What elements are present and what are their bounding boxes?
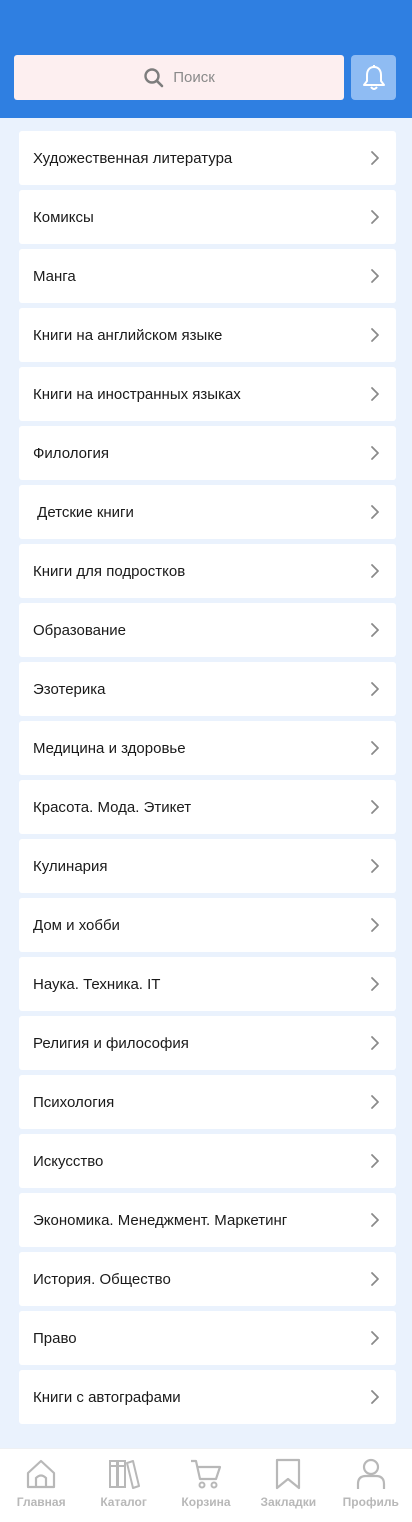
category-item[interactable]: Книги на английском языке [19, 308, 396, 362]
chevron-right-icon [370, 268, 380, 284]
category-label: Искусство [33, 1152, 104, 1170]
category-label: Медицина и здоровье [33, 739, 186, 757]
category-label: Красота. Мода. Этикет [33, 798, 192, 816]
category-item[interactable]: Книги для подростков [19, 544, 396, 598]
chevron-right-icon [370, 1389, 380, 1405]
chevron-right-icon [370, 563, 380, 579]
nav-home[interactable]: Главная [1, 1457, 81, 1509]
nav-profile[interactable]: Профиль [331, 1457, 411, 1509]
category-label: Религия и философия [33, 1034, 189, 1052]
category-item[interactable]: Филология [19, 426, 396, 480]
bottom-navigation: Главная Каталог Корзина Закладки Профиль [0, 1448, 412, 1522]
category-label: Экономика. Менеджмент. Маркетинг [33, 1211, 288, 1229]
chevron-right-icon [370, 209, 380, 225]
header: Поиск [0, 0, 412, 118]
chevron-right-icon [370, 917, 380, 933]
category-label: Филология [33, 444, 109, 462]
category-item[interactable]: Книги на иностранных языках [19, 367, 396, 421]
nav-cart-label: Корзина [181, 1495, 231, 1509]
chevron-right-icon [370, 1330, 380, 1346]
category-list: Художественная литература Комиксы Манга Кни… [19, 131, 396, 1429]
category-item[interactable]: Наука. Техника. IT [19, 957, 396, 1011]
category-item[interactable]: Образование [19, 603, 396, 657]
category-label: Книги с автографами [33, 1388, 181, 1406]
chevron-right-icon [370, 1094, 380, 1110]
chevron-right-icon [370, 740, 380, 756]
chevron-right-icon [370, 1035, 380, 1051]
books-icon [108, 1460, 140, 1489]
chevron-right-icon [370, 445, 380, 461]
category-item[interactable]: История. Общество [19, 1252, 396, 1306]
catalog-page: Поиск Художественная литература Комиксы Ма… [0, 0, 412, 1522]
search-input[interactable]: Поиск [14, 55, 344, 100]
category-label: Психология [33, 1093, 115, 1111]
chevron-right-icon [370, 858, 380, 874]
search-placeholder: Поиск [173, 69, 215, 86]
category-label: Образование [33, 621, 126, 639]
category-item[interactable]: Красота. Мода. Этикет [19, 780, 396, 834]
chevron-right-icon [370, 799, 380, 815]
nav-cart[interactable]: Корзина [166, 1457, 246, 1509]
category-label: Детские книги [33, 503, 134, 521]
category-label: Художественная литература [33, 149, 233, 167]
category-label: Книги на иностранных языках [33, 385, 241, 403]
category-item[interactable]: Манга [19, 249, 396, 303]
chevron-right-icon [370, 504, 380, 520]
chevron-right-icon [370, 976, 380, 992]
category-item[interactable]: Религия и философия [19, 1016, 396, 1070]
nav-catalog[interactable]: Каталог [84, 1457, 164, 1509]
category-label: Дом и хобби [33, 916, 120, 934]
chevron-right-icon [370, 1271, 380, 1287]
category-item[interactable]: Дом и хобби [19, 898, 396, 952]
chevron-right-icon [370, 622, 380, 638]
category-label: Манга [33, 267, 76, 285]
category-label: Право [33, 1329, 77, 1347]
chevron-right-icon [370, 386, 380, 402]
category-item[interactable]: Художественная литература [19, 131, 396, 185]
category-label: Комиксы [33, 208, 94, 226]
nav-bookmarks[interactable]: Закладки [248, 1457, 328, 1509]
search-icon [144, 67, 164, 87]
category-label: История. Общество [33, 1270, 171, 1288]
category-item[interactable]: Комиксы [19, 190, 396, 244]
category-item[interactable]: Психология [19, 1075, 396, 1129]
chevron-right-icon [370, 1153, 380, 1169]
category-item[interactable]: Книги с автографами [19, 1370, 396, 1424]
chevron-right-icon [370, 150, 380, 166]
bookmark-icon [276, 1458, 301, 1490]
category-label: Эзотерика [33, 680, 106, 698]
category-item[interactable]: Искусство [19, 1134, 396, 1188]
notifications-button[interactable] [351, 55, 396, 100]
nav-home-label: Главная [16, 1495, 66, 1509]
chevron-right-icon [370, 1212, 380, 1228]
category-label: Кулинария [33, 857, 108, 875]
chevron-right-icon [370, 681, 380, 697]
category-label: Книги на английском языке [33, 326, 223, 344]
profile-icon [356, 1458, 385, 1489]
category-item[interactable]: Экономика. Менеджмент. Маркетинг [19, 1193, 396, 1247]
chevron-right-icon [370, 327, 380, 343]
nav-catalog-label: Каталог [100, 1495, 147, 1509]
category-item[interactable]: Медицина и здоровье [19, 721, 396, 775]
category-item[interactable]: Детские книги [19, 485, 396, 539]
category-label: Книги для подростков [33, 562, 186, 580]
category-item[interactable]: Эзотерика [19, 662, 396, 716]
cart-icon [190, 1459, 222, 1489]
nav-profile-label: Профиль [342, 1495, 399, 1509]
category-item[interactable]: Право [19, 1311, 396, 1365]
category-label: Наука. Техника. IT [33, 975, 161, 993]
category-item[interactable]: Кулинария [19, 839, 396, 893]
bell-icon [362, 64, 385, 90]
nav-bookmarks-label: Закладки [260, 1495, 317, 1509]
home-icon [27, 1459, 56, 1489]
